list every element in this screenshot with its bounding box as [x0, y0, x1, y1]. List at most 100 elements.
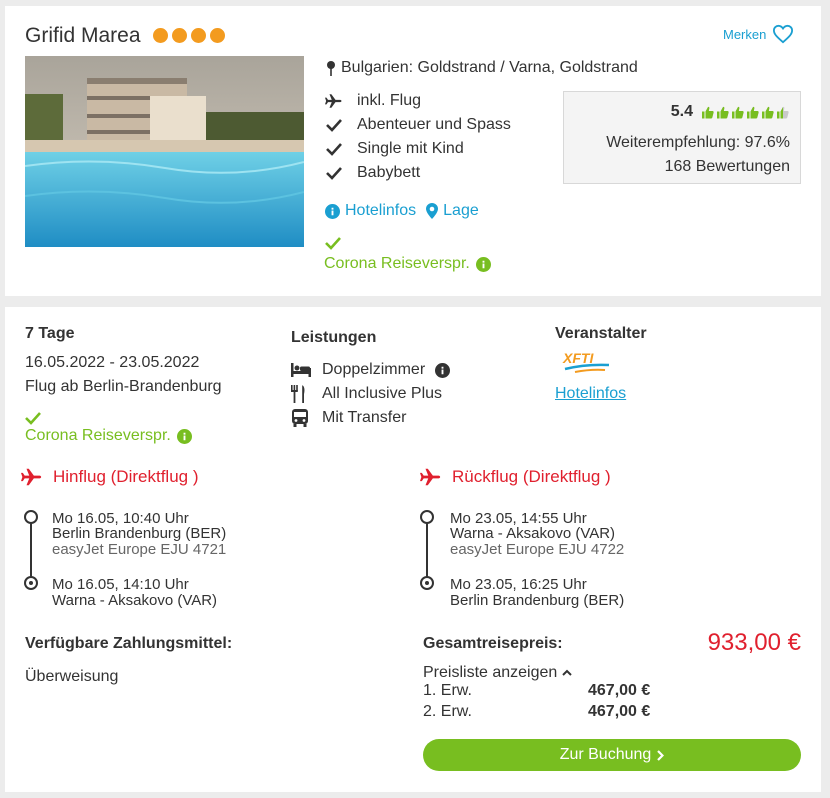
arrival-dot: [420, 576, 434, 590]
bed-icon: [291, 363, 312, 377]
price-list-toggle[interactable]: Preisliste anzeigen: [423, 664, 573, 682]
plane-icon: [420, 467, 442, 487]
operator-title: Veranstalter: [555, 325, 647, 342]
corona-guarantee[interactable]: Corona Reiseverspr.: [324, 255, 491, 273]
return-arrival-airport: Berlin Brandenburg (BER): [450, 592, 625, 609]
map-marker-icon: [426, 203, 439, 219]
thumb-up-icon: [702, 106, 714, 118]
plane-icon: [325, 93, 343, 109]
star-icon: [191, 28, 206, 43]
timeline-line: [30, 521, 32, 581]
outbound-carrier: easyJet Europe EJU 4721: [52, 541, 227, 558]
lage-label: Lage: [443, 202, 479, 219]
departure-airport: Flug ab Berlin-Brandenburg: [25, 378, 222, 395]
return-flight-header: Rückflug (Direktflug ): [420, 467, 611, 487]
outbound-arrival-time: Mo 16.05, 14:10 Uhr: [52, 576, 189, 593]
location-text: Bulgarien: Goldstrand / Varna, Goldstran…: [341, 59, 638, 76]
price-row-value: 467,00 €: [588, 703, 651, 720]
operator-logo-text: XFTI: [562, 350, 594, 366]
feature-label: Abenteuer und Spass: [357, 116, 511, 133]
feature-item: inkl. Flug: [325, 92, 421, 110]
check-icon: [25, 411, 41, 425]
feature-item: Abenteuer und Spass: [325, 116, 511, 134]
corona-label: Corona Reiseverspr.: [324, 255, 470, 272]
info-icon: [325, 203, 340, 219]
star-icon: [210, 28, 225, 43]
price-row-label: 1. Erw.: [423, 682, 472, 699]
price-row-value: 467,00 €: [588, 682, 651, 699]
hotelinfos-label: Hotelinfos: [345, 202, 417, 219]
corona-guarantee[interactable]: Corona Reiseverspr.: [25, 427, 192, 445]
outbound-title: Hinflug (Direktflug ): [53, 467, 199, 486]
check-icon: [325, 118, 343, 132]
outbound-flight-header: Hinflug (Direktflug ): [21, 467, 199, 487]
merken-label: Merken: [723, 26, 767, 42]
star-icon: [172, 28, 187, 43]
operator-hotelinfos-link[interactable]: Hotelinfos: [555, 385, 626, 403]
review-count: 168 Bewertungen: [664, 158, 790, 175]
merken-button[interactable]: Merken: [723, 24, 794, 44]
timeline-line: [426, 521, 428, 581]
feature-item: Babybett: [325, 164, 420, 182]
thumb-up-icon: [762, 106, 774, 118]
departure-dot: [24, 510, 38, 524]
book-button[interactable]: Zur Buchung: [423, 739, 801, 771]
check-icon: [325, 142, 343, 156]
total-price: 933,00 €: [707, 629, 801, 656]
return-title: Rückflug (Direktflug ): [452, 467, 611, 486]
duration: 7 Tage: [25, 325, 75, 342]
offer-card: 7 Tage 16.05.2022 - 23.05.2022 Flug ab B…: [5, 307, 821, 792]
star-rating: [153, 28, 225, 43]
map-pin-icon: [325, 60, 337, 76]
hotel-name[interactable]: Grifid Marea: [25, 24, 141, 48]
hotelinfos-link[interactable]: Hotelinfos: [325, 202, 416, 220]
payment-method: Überweisung: [25, 668, 119, 685]
hotel-card: Grifid Marea Merken Bulgarien: Goldstran…: [5, 6, 821, 296]
price-list-label: Preisliste anzeigen: [423, 664, 558, 681]
payment-title: Verfügbare Zahlungsmittel:: [25, 635, 233, 652]
cutlery-icon: [291, 385, 312, 403]
hotel-links: Hotelinfos Lage: [325, 202, 479, 220]
feature-label: Single mit Kind: [357, 140, 464, 157]
feature-label: Babybett: [357, 164, 421, 181]
check-icon: [325, 236, 341, 250]
return-arrival-time: Mo 23.05, 16:25 Uhr: [450, 576, 587, 593]
info-icon[interactable]: [435, 362, 451, 378]
services-title: Leistungen: [291, 329, 377, 346]
price-row-label: 2. Erw.: [423, 703, 472, 720]
thumb-up-icon: [732, 106, 744, 118]
lage-link[interactable]: Lage: [426, 202, 479, 220]
service-item: Mit Transfer: [291, 409, 406, 427]
rating-score-row: 5.4: [671, 103, 790, 121]
plane-icon: [21, 467, 43, 487]
operator-logo: XFTI: [561, 349, 613, 375]
service-item: Doppelzimmer: [291, 361, 451, 379]
recommendation-rate: Weiterempfehlung: 97.6%: [606, 134, 790, 151]
chevron-right-icon: [657, 749, 665, 761]
rating-score: 5.4: [670, 103, 693, 120]
thumb-up-icon: [717, 106, 729, 118]
return-carrier: easyJet Europe EJU 4722: [450, 541, 625, 558]
price-title: Gesamtreisepreis:: [423, 635, 563, 652]
star-icon: [153, 28, 168, 43]
service-label: Doppelzimmer: [322, 361, 426, 378]
arrival-dot: [24, 576, 38, 590]
location: Bulgarien: Goldstrand / Varna, Goldstran…: [325, 59, 638, 77]
check-icon: [325, 166, 343, 180]
service-label: All Inclusive Plus: [322, 385, 443, 402]
chevron-up-icon: [562, 669, 573, 677]
rating-box[interactable]: 5.4 Weiterempfehlung: 97.6% 168 Bewertun…: [563, 91, 801, 184]
outbound-departure-airport: Berlin Brandenburg (BER): [52, 525, 227, 542]
corona-label: Corona Reiseverspr.: [25, 427, 171, 444]
travel-dates: 16.05.2022 - 23.05.2022: [25, 354, 200, 371]
service-item: All Inclusive Plus: [291, 385, 442, 403]
outbound-arrival-airport: Warna - Aksakovo (VAR): [52, 592, 218, 609]
feature-item: Single mit Kind: [325, 140, 464, 158]
hotel-photo[interactable]: [25, 56, 304, 247]
departure-dot: [420, 510, 434, 524]
bus-icon: [291, 409, 312, 427]
heart-icon: [772, 24, 794, 44]
book-button-label: Zur Buchung: [559, 746, 652, 763]
return-departure-airport: Warna - Aksakovo (VAR): [450, 525, 616, 542]
info-icon: [475, 256, 491, 272]
